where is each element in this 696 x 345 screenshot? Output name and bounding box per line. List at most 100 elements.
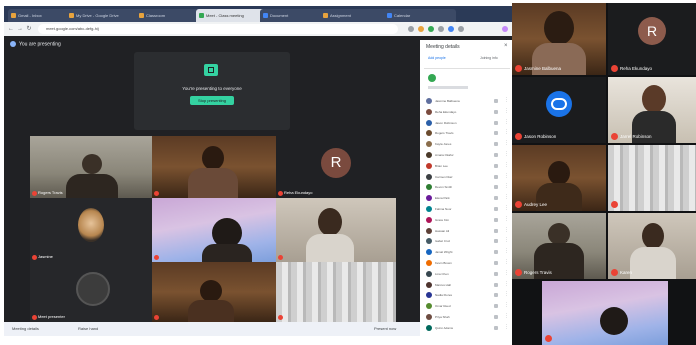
mic-icon[interactable] — [494, 152, 498, 157]
browser-tab[interactable]: Classroom — [136, 9, 204, 22]
meeting-details-button[interactable]: Meeting details — [12, 326, 39, 331]
more-options-icon[interactable]: ⋮ — [504, 173, 509, 179]
more-options-icon[interactable]: ⋮ — [504, 216, 509, 222]
more-options-icon[interactable]: ⋮ — [504, 184, 509, 189]
participant-row[interactable]: Rogers Travis ⋮ — [424, 128, 512, 139]
participant-row[interactable]: Kevin Brown ⋮ — [424, 258, 512, 269]
more-options-icon[interactable]: ⋮ — [504, 249, 509, 254]
video-tile[interactable]: Rogers Travis — [30, 136, 152, 198]
forward-arrow-icon[interactable]: → — [16, 25, 24, 33]
participant-row[interactable]: Amara Okafor ⋮ — [424, 150, 512, 161]
participant-row[interactable]: Jamal Wright ⋮ — [424, 247, 512, 258]
more-options-icon[interactable]: ⋮ — [504, 313, 509, 319]
browser-tab[interactable]: Calendar — [384, 9, 456, 22]
participant-row[interactable]: Quinn Adams ⋮ — [424, 323, 512, 334]
more-options-icon[interactable]: ⋮ — [504, 303, 509, 308]
mic-icon[interactable] — [494, 239, 498, 244]
back-arrow-icon[interactable]: ← — [7, 25, 15, 33]
extension-icon[interactable] — [408, 26, 414, 32]
mic-icon[interactable] — [494, 293, 498, 298]
self-view-tile[interactable] — [542, 281, 668, 345]
more-options-icon[interactable]: ⋮ — [504, 238, 509, 243]
extension-icon[interactable] — [458, 26, 464, 32]
reload-icon[interactable]: ↻ — [25, 25, 33, 33]
more-options-icon[interactable]: ⋮ — [504, 151, 509, 157]
participant-row[interactable]: Reha Ekundayo ⋮ — [424, 107, 512, 118]
url-input[interactable]: meet.google.com/abc-defg-hij — [38, 24, 398, 34]
mic-icon[interactable] — [494, 196, 498, 201]
extension-icon[interactable] — [448, 26, 454, 32]
more-options-icon[interactable]: ⋮ — [504, 270, 509, 276]
browser-tab[interactable]: Document — [260, 9, 328, 22]
mic-icon[interactable] — [494, 185, 498, 190]
phone-video-tile[interactable]: Jason Robinson — [512, 77, 606, 143]
phone-video-tile[interactable]: Jasmine Balbuena — [512, 3, 606, 75]
mic-icon[interactable] — [494, 282, 498, 287]
extension-icon[interactable] — [418, 26, 424, 32]
browser-tab[interactable]: My Drive - Google Drive — [66, 9, 144, 22]
more-options-icon[interactable]: ⋮ — [504, 162, 509, 168]
more-options-icon[interactable]: ⋮ — [504, 141, 509, 146]
mic-icon[interactable] — [494, 271, 498, 276]
participant-row[interactable]: Fatima Noor ⋮ — [424, 204, 512, 215]
mic-icon[interactable] — [494, 260, 498, 265]
more-options-icon[interactable]: ⋮ — [504, 292, 509, 297]
phone-video-tile[interactable] — [608, 145, 696, 211]
participant-row[interactable]: Grace Kim ⋮ — [424, 215, 512, 226]
participant-row[interactable]: Brian Lee ⋮ — [424, 161, 512, 172]
participant-row[interactable]: Priya Shah ⋮ — [424, 312, 512, 323]
more-options-icon[interactable]: ⋮ — [504, 281, 509, 287]
video-tile[interactable]: Meet presenter — [30, 262, 152, 322]
add-people-button[interactable]: Add people — [428, 56, 446, 60]
more-options-icon[interactable]: ⋮ — [504, 205, 509, 211]
video-tile[interactable] — [152, 262, 276, 322]
participant-row[interactable]: Hassan Ali ⋮ — [424, 226, 512, 237]
present-now-button[interactable]: Present now — [374, 326, 396, 331]
video-tile[interactable] — [152, 136, 276, 198]
phone-video-tile[interactable]: Jarrel Robinson — [608, 77, 696, 143]
mic-icon[interactable] — [494, 228, 498, 233]
video-tile[interactable]: R Reha Ekundayo — [276, 136, 396, 198]
participant-row[interactable]: Lina Chen ⋮ — [424, 269, 512, 280]
mic-icon[interactable] — [494, 174, 498, 179]
more-options-icon[interactable]: ⋮ — [504, 119, 509, 125]
mic-icon[interactable] — [494, 250, 498, 255]
more-options-icon[interactable]: ⋮ — [504, 108, 509, 114]
extension-icon[interactable] — [438, 26, 444, 32]
participant-row[interactable]: Marcus Hall ⋮ — [424, 280, 512, 291]
video-tile[interactable]: Jasmine — [30, 198, 152, 262]
mic-icon[interactable] — [494, 217, 498, 222]
more-options-icon[interactable]: ⋮ — [504, 227, 509, 233]
phone-video-tile[interactable]: R Reha Ekundayo — [608, 3, 696, 75]
stop-presenting-button[interactable]: Stop presenting — [190, 96, 234, 105]
phone-video-tile[interactable]: Karen — [608, 213, 696, 279]
video-tile[interactable] — [276, 262, 396, 322]
mic-icon[interactable] — [494, 163, 498, 168]
video-tile[interactable] — [276, 198, 396, 262]
more-options-icon[interactable]: ⋮ — [504, 130, 509, 135]
mic-icon[interactable] — [494, 109, 498, 114]
phone-video-tile[interactable]: Rogers Travis — [512, 213, 606, 279]
participant-row[interactable]: Carmen Diaz ⋮ — [424, 172, 512, 183]
browser-tab[interactable]: Assignment — [320, 9, 392, 22]
participant-row[interactable]: Isabel Cruz ⋮ — [424, 236, 512, 247]
participant-row[interactable]: Elena Park ⋮ — [424, 193, 512, 204]
participant-row[interactable]: Jason Robinson ⋮ — [424, 118, 512, 129]
mic-icon[interactable] — [494, 206, 498, 211]
raise-hand-button[interactable]: Raise hand — [78, 326, 98, 331]
video-tile[interactable] — [152, 198, 276, 262]
participant-row[interactable]: Kayla Jones ⋮ — [424, 139, 512, 150]
more-options-icon[interactable]: ⋮ — [504, 259, 509, 265]
mic-icon[interactable] — [494, 314, 498, 319]
extension-icon[interactable] — [428, 26, 434, 32]
profile-avatar[interactable] — [502, 26, 508, 32]
mic-icon[interactable] — [494, 325, 498, 330]
phone-video-tile[interactable]: Audrey Lee — [512, 145, 606, 211]
browser-tab-active[interactable]: Meet - Class meeting — [196, 9, 268, 22]
close-icon[interactable]: × — [504, 43, 508, 49]
mic-icon[interactable] — [494, 142, 498, 147]
mic-icon[interactable] — [494, 99, 498, 103]
more-options-icon[interactable]: ⋮ — [504, 324, 509, 330]
participant-row[interactable]: Jasmine Balbuena ⋮ — [424, 96, 512, 107]
more-options-icon[interactable]: ⋮ — [504, 195, 509, 200]
